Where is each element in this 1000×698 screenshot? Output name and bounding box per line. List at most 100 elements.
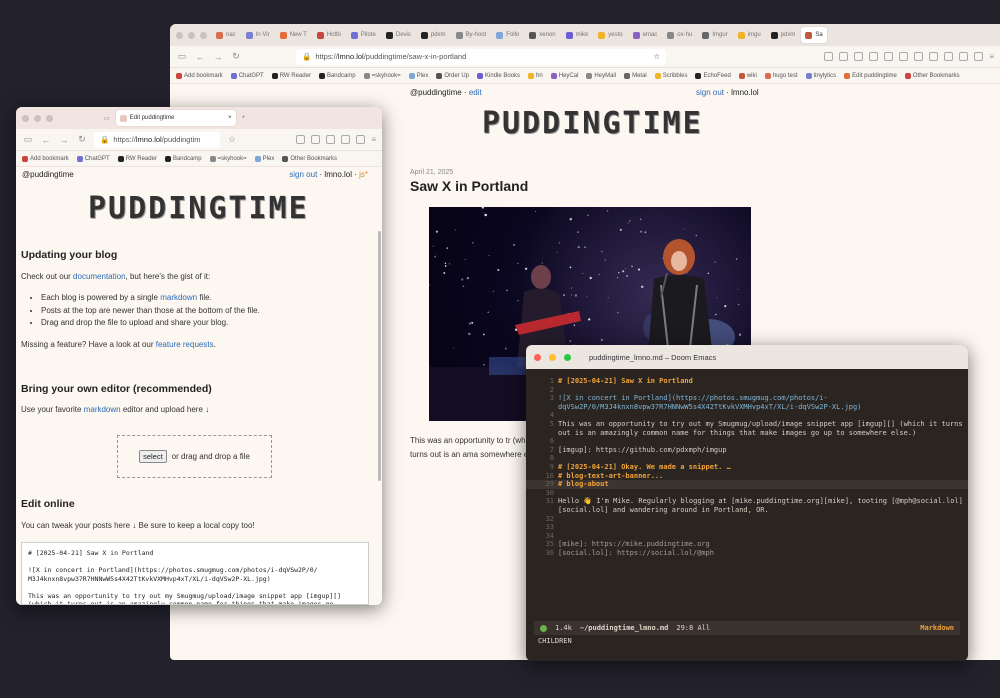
browser-tab[interactable]: By-hoot	[452, 27, 491, 43]
browser-tab[interactable]: yesto	[594, 27, 626, 43]
bookmark-item[interactable]: wiki	[738, 72, 757, 79]
bookmark-item[interactable]: tinylytics	[805, 72, 836, 79]
extension-icon[interactable]	[356, 135, 366, 144]
tab-edit-puddingtime[interactable]: Edit puddingtime ×	[115, 110, 236, 126]
site-name[interactable]: lmno.lol	[324, 170, 352, 179]
extension-icon[interactable]	[929, 52, 939, 61]
bookmark-item[interactable]: =skyhook=	[363, 72, 401, 79]
reload-icon[interactable]: ↻	[230, 51, 242, 62]
bookmark-item[interactable]: RW Reader	[117, 155, 157, 162]
new-tab-button[interactable]: +	[238, 110, 250, 126]
code-line[interactable]: 33	[526, 523, 968, 532]
window-zoom-button[interactable]	[200, 31, 207, 39]
js-indicator[interactable]: js*	[359, 170, 368, 179]
extension-icon[interactable]	[974, 52, 984, 61]
menu-icon[interactable]: ≡	[371, 135, 376, 144]
code-line[interactable]: 1 # [2025-04-21] Saw X in Portland	[526, 377, 968, 386]
bookmark-item[interactable]: ChatGPT	[76, 155, 110, 162]
bookmark-item[interactable]: Add bookmark	[176, 72, 223, 79]
sign-out-link[interactable]: sign out	[696, 88, 724, 97]
file-dropzone[interactable]: select or drag and drop a file	[117, 435, 272, 478]
address-bar[interactable]: 🔒 https://lmno.lol/puddingtim	[94, 131, 220, 148]
extension-icon[interactable]	[341, 135, 351, 144]
browser-tab[interactable]: mike	[562, 27, 593, 43]
bookmark-item[interactable]: Plex	[408, 72, 428, 79]
window-close-button[interactable]	[534, 353, 541, 361]
code-line[interactable]: 32	[526, 515, 968, 524]
extension-icon[interactable]	[296, 135, 306, 144]
bookmark-item[interactable]: Add bookmark	[22, 155, 69, 162]
code-line[interactable]: 8	[526, 454, 968, 463]
documentation-link[interactable]: documentation	[73, 272, 125, 281]
select-file-button[interactable]: select	[139, 450, 167, 463]
window-minimize-button[interactable]	[34, 114, 41, 122]
markdown-link[interactable]: markdown	[160, 293, 197, 302]
code-line[interactable]: 36 [social.lol]: https://social.lol/@mph	[526, 549, 968, 558]
sidebar-icon[interactable]: ▭	[176, 51, 188, 62]
extension-icon[interactable]	[824, 52, 834, 61]
browser-tab[interactable]: emac	[629, 27, 662, 43]
markdown-editor[interactable]: # [2025-04-21] Saw X in Portland ![X in …	[21, 542, 369, 605]
forward-icon[interactable]: →	[58, 135, 70, 145]
code-line[interactable]: 16 # blog-text-art-banner...	[526, 472, 968, 481]
browser-tab[interactable]: Imgur	[698, 27, 731, 43]
window-zoom-button[interactable]	[46, 114, 53, 122]
close-tab-icon[interactable]: ×	[228, 115, 232, 121]
bookmark-item[interactable]: Kindle Books	[477, 72, 520, 79]
site-name[interactable]: lmno.lol	[731, 88, 759, 97]
extension-icon[interactable]	[854, 52, 864, 61]
extension-icon[interactable]	[914, 52, 924, 61]
code-line[interactable]: 34	[526, 532, 968, 541]
bookmark-item[interactable]: Plex	[254, 155, 274, 162]
bookmark-item[interactable]: Bandcamp	[318, 72, 356, 79]
extension-icon[interactable]	[959, 52, 969, 61]
bookmark-item[interactable]: ChatGPT	[230, 72, 264, 79]
extension-icon[interactable]	[869, 52, 879, 61]
code-line[interactable]: 2	[526, 386, 968, 395]
browser-tab[interactable]: Hotbi	[313, 27, 345, 43]
extension-icon[interactable]	[326, 135, 336, 144]
window-minimize-button[interactable]	[549, 353, 556, 361]
code-line[interactable]: 35 [mike]: https://mike.puddingtime.org	[526, 540, 968, 549]
extension-icon[interactable]	[899, 52, 909, 61]
browser-tab[interactable]: Pilote	[347, 27, 380, 43]
bookmark-item[interactable]: HeyMail	[586, 72, 616, 79]
emacs-buffer[interactable]: 1 # [2025-04-21] Saw X in Portland 2 3 ![X i…	[526, 377, 968, 557]
bookmark-star-icon[interactable]: ☆	[653, 52, 660, 61]
bookmark-item[interactable]: Bandcamp	[164, 155, 202, 162]
bookmark-item[interactable]: Metal	[624, 72, 647, 79]
forward-icon[interactable]: →	[212, 52, 224, 62]
browser-tab[interactable]: xenon	[525, 27, 559, 43]
extension-icon[interactable]	[884, 52, 894, 61]
sidebar-icon[interactable]: ▭	[22, 134, 34, 145]
browser-tab[interactable]: Devic	[382, 27, 415, 43]
browser-tab[interactable]: pdxm	[767, 27, 800, 43]
markdown-link[interactable]: markdown	[84, 405, 121, 414]
extension-icon[interactable]	[944, 52, 954, 61]
bookmark-item[interactable]: =skyhook=	[209, 155, 247, 162]
code-line[interactable]: 29 # blog-about	[526, 480, 968, 489]
bookmark-item[interactable]: Order Up	[436, 72, 469, 79]
code-line[interactable]: 6	[526, 437, 968, 446]
code-line[interactable]: 5 This was an opportunity to try out my S…	[526, 420, 968, 437]
page-scrollbar[interactable]	[378, 231, 381, 481]
bookmark-item[interactable]: Other Bookmarks	[904, 72, 960, 79]
bookmark-item[interactable]: Scribbles	[654, 72, 687, 79]
extension-icon[interactable]	[839, 52, 849, 61]
code-line[interactable]: 31 Hello 👋 I'm Mike. Regularly blogging a…	[526, 497, 968, 514]
browser-tab[interactable]: Sa	[801, 27, 827, 43]
bookmark-item[interactable]: HeyCal	[550, 72, 578, 79]
bookmark-item[interactable]: Other Bookmarks	[282, 155, 337, 162]
edit-link[interactable]: edit	[469, 88, 482, 97]
tab-history-icon[interactable]: ▭	[100, 110, 114, 126]
bookmark-item[interactable]: hugo test	[764, 72, 798, 79]
reload-icon[interactable]: ↻	[76, 134, 88, 145]
browser-tab[interactable]: New T	[276, 27, 311, 43]
window-close-button[interactable]	[176, 31, 183, 39]
window-zoom-button[interactable]	[564, 353, 571, 361]
bookmark-item[interactable]: EchoFeed	[695, 72, 731, 79]
code-line[interactable]: 4	[526, 411, 968, 420]
back-icon[interactable]: ←	[194, 52, 206, 62]
bookmark-item[interactable]: Edit puddingtime	[844, 72, 897, 79]
feature-requests-link[interactable]: feature requests	[156, 340, 214, 349]
